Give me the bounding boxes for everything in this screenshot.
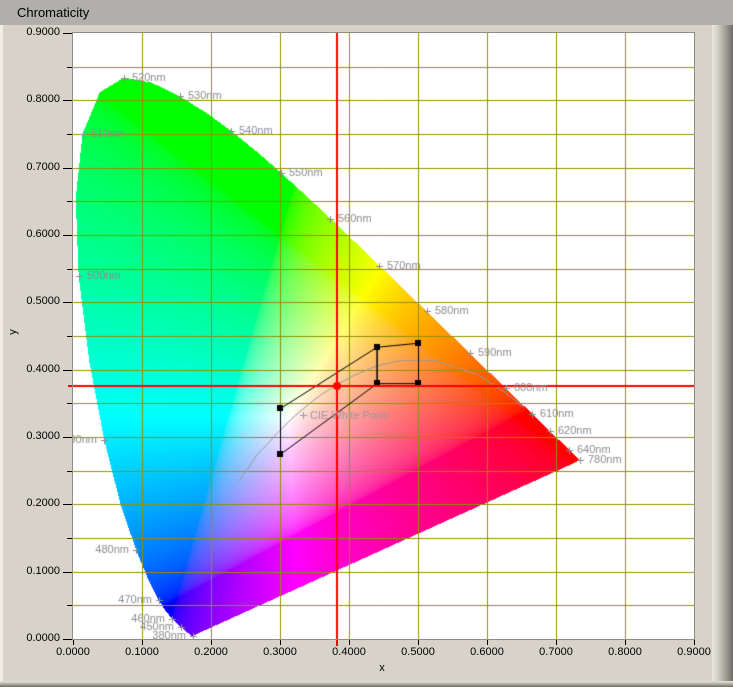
y-tick-mark (63, 437, 72, 438)
y-tick-label: 0.8000 (2, 93, 60, 106)
x-tick-label: 0.1000 (112, 646, 172, 659)
x-tick-label: 0.4000 (319, 646, 379, 659)
x-tick-label: 0.2000 (181, 646, 241, 659)
y-tick-label: 0.6000 (2, 228, 60, 241)
y-tick-mark (63, 572, 72, 573)
y-tick-label: 0.0000 (2, 632, 60, 645)
y-tick-label: 0.3000 (2, 430, 60, 443)
y-tick-label: 0.9000 (2, 26, 60, 39)
window-titlebar[interactable]: Chromaticity (0, 0, 733, 25)
y-tick-mark (63, 302, 72, 303)
y-tick-mark (63, 100, 72, 101)
x-tick-label: 0.7000 (526, 646, 586, 659)
chromaticity-diagram-canvas[interactable] (73, 33, 694, 639)
chromaticity-window: Chromaticity y x 0.9000 0.8000 0.7000 0.600… (0, 0, 733, 687)
plot-area (72, 32, 695, 640)
y-tick-mark (63, 235, 72, 236)
window-bottom-edge (0, 681, 733, 687)
x-tick-label: 0.0000 (43, 646, 103, 659)
x-tick-label: 0.6000 (457, 646, 517, 659)
y-tick-label: 0.4000 (2, 363, 60, 376)
crosshair-x-axis-tick (336, 639, 338, 646)
y-tick-label: 0.2000 (2, 497, 60, 510)
x-tick-label: 0.5000 (388, 646, 448, 659)
y-tick-mark (63, 639, 72, 640)
window-right-edge (712, 25, 733, 687)
y-tick-label: 0.1000 (2, 565, 60, 578)
x-axis-title: x (374, 662, 390, 674)
x-tick-label: 0.3000 (250, 646, 310, 659)
y-tick-mark (63, 370, 72, 371)
y-tick-mark (63, 33, 72, 34)
y-tick-label: 0.5000 (2, 295, 60, 308)
x-tick-label: 0.8000 (595, 646, 655, 659)
y-axis-title: y (7, 329, 19, 335)
y-tick-label: 0.7000 (2, 161, 60, 174)
window-left-edge (0, 25, 3, 687)
window-title: Chromaticity (17, 5, 89, 20)
y-tick-mark (63, 168, 72, 169)
y-tick-mark (63, 504, 72, 505)
